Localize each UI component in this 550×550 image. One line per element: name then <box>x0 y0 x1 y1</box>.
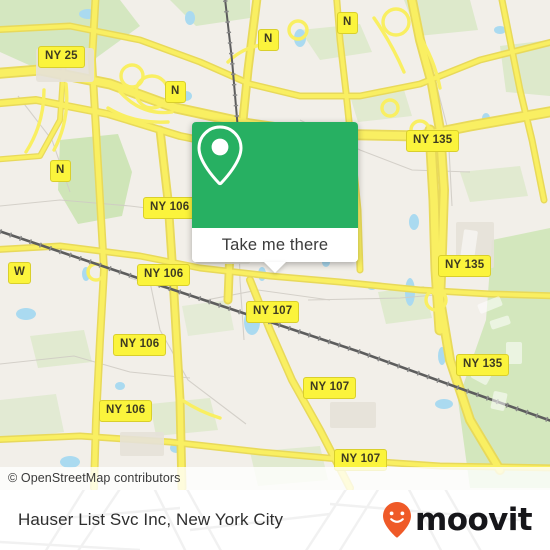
route-shield[interactable]: NY 135 <box>406 130 460 152</box>
osm-attribution[interactable]: © OpenStreetMap contributors <box>0 467 550 490</box>
popup-pointer <box>264 262 286 273</box>
route-shield[interactable]: NY 106 <box>113 334 167 356</box>
map-screenshot: NY 25 N N N NY 135 N NY 106 W NY 106 NY … <box>0 0 550 550</box>
junction-marker[interactable]: N <box>337 12 358 34</box>
junction-marker[interactable]: N <box>165 81 186 103</box>
place-title-text: Hauser List Svc Inc, New York City <box>18 510 284 529</box>
take-me-there-label: Take me there <box>221 235 329 254</box>
junction-marker[interactable]: W <box>8 262 32 284</box>
moovit-pin-icon <box>383 502 412 538</box>
moovit-logo[interactable]: moovit <box>382 490 533 550</box>
footer-bar: Hauser List Svc Inc, New York City moovi… <box>0 490 550 550</box>
route-shield[interactable]: NY 135 <box>456 354 510 376</box>
junction-marker[interactable]: N <box>50 160 71 182</box>
place-popup-card[interactable]: Take me there <box>192 122 358 273</box>
route-shield[interactable]: NY 107 <box>246 301 300 323</box>
route-shield[interactable]: NY 25 <box>38 46 85 68</box>
place-title: Hauser List Svc Inc, New York City <box>18 490 283 550</box>
route-shield[interactable]: NY 135 <box>438 255 492 277</box>
route-shield[interactable]: NY 106 <box>143 197 197 219</box>
junction-marker[interactable]: N <box>258 29 279 51</box>
route-shield[interactable]: NY 106 <box>99 400 153 422</box>
osm-attribution-text: © OpenStreetMap contributors <box>8 471 181 485</box>
take-me-there-button[interactable]: Take me there <box>192 228 358 262</box>
map-canvas[interactable]: NY 25 N N N NY 135 N NY 106 W NY 106 NY … <box>0 0 550 490</box>
popup-pin-panel <box>192 122 358 228</box>
route-shield[interactable]: NY 107 <box>303 377 357 399</box>
map-pin-icon <box>197 125 243 186</box>
moovit-wordmark: moovit <box>415 501 533 538</box>
route-shield[interactable]: NY 106 <box>137 264 191 286</box>
